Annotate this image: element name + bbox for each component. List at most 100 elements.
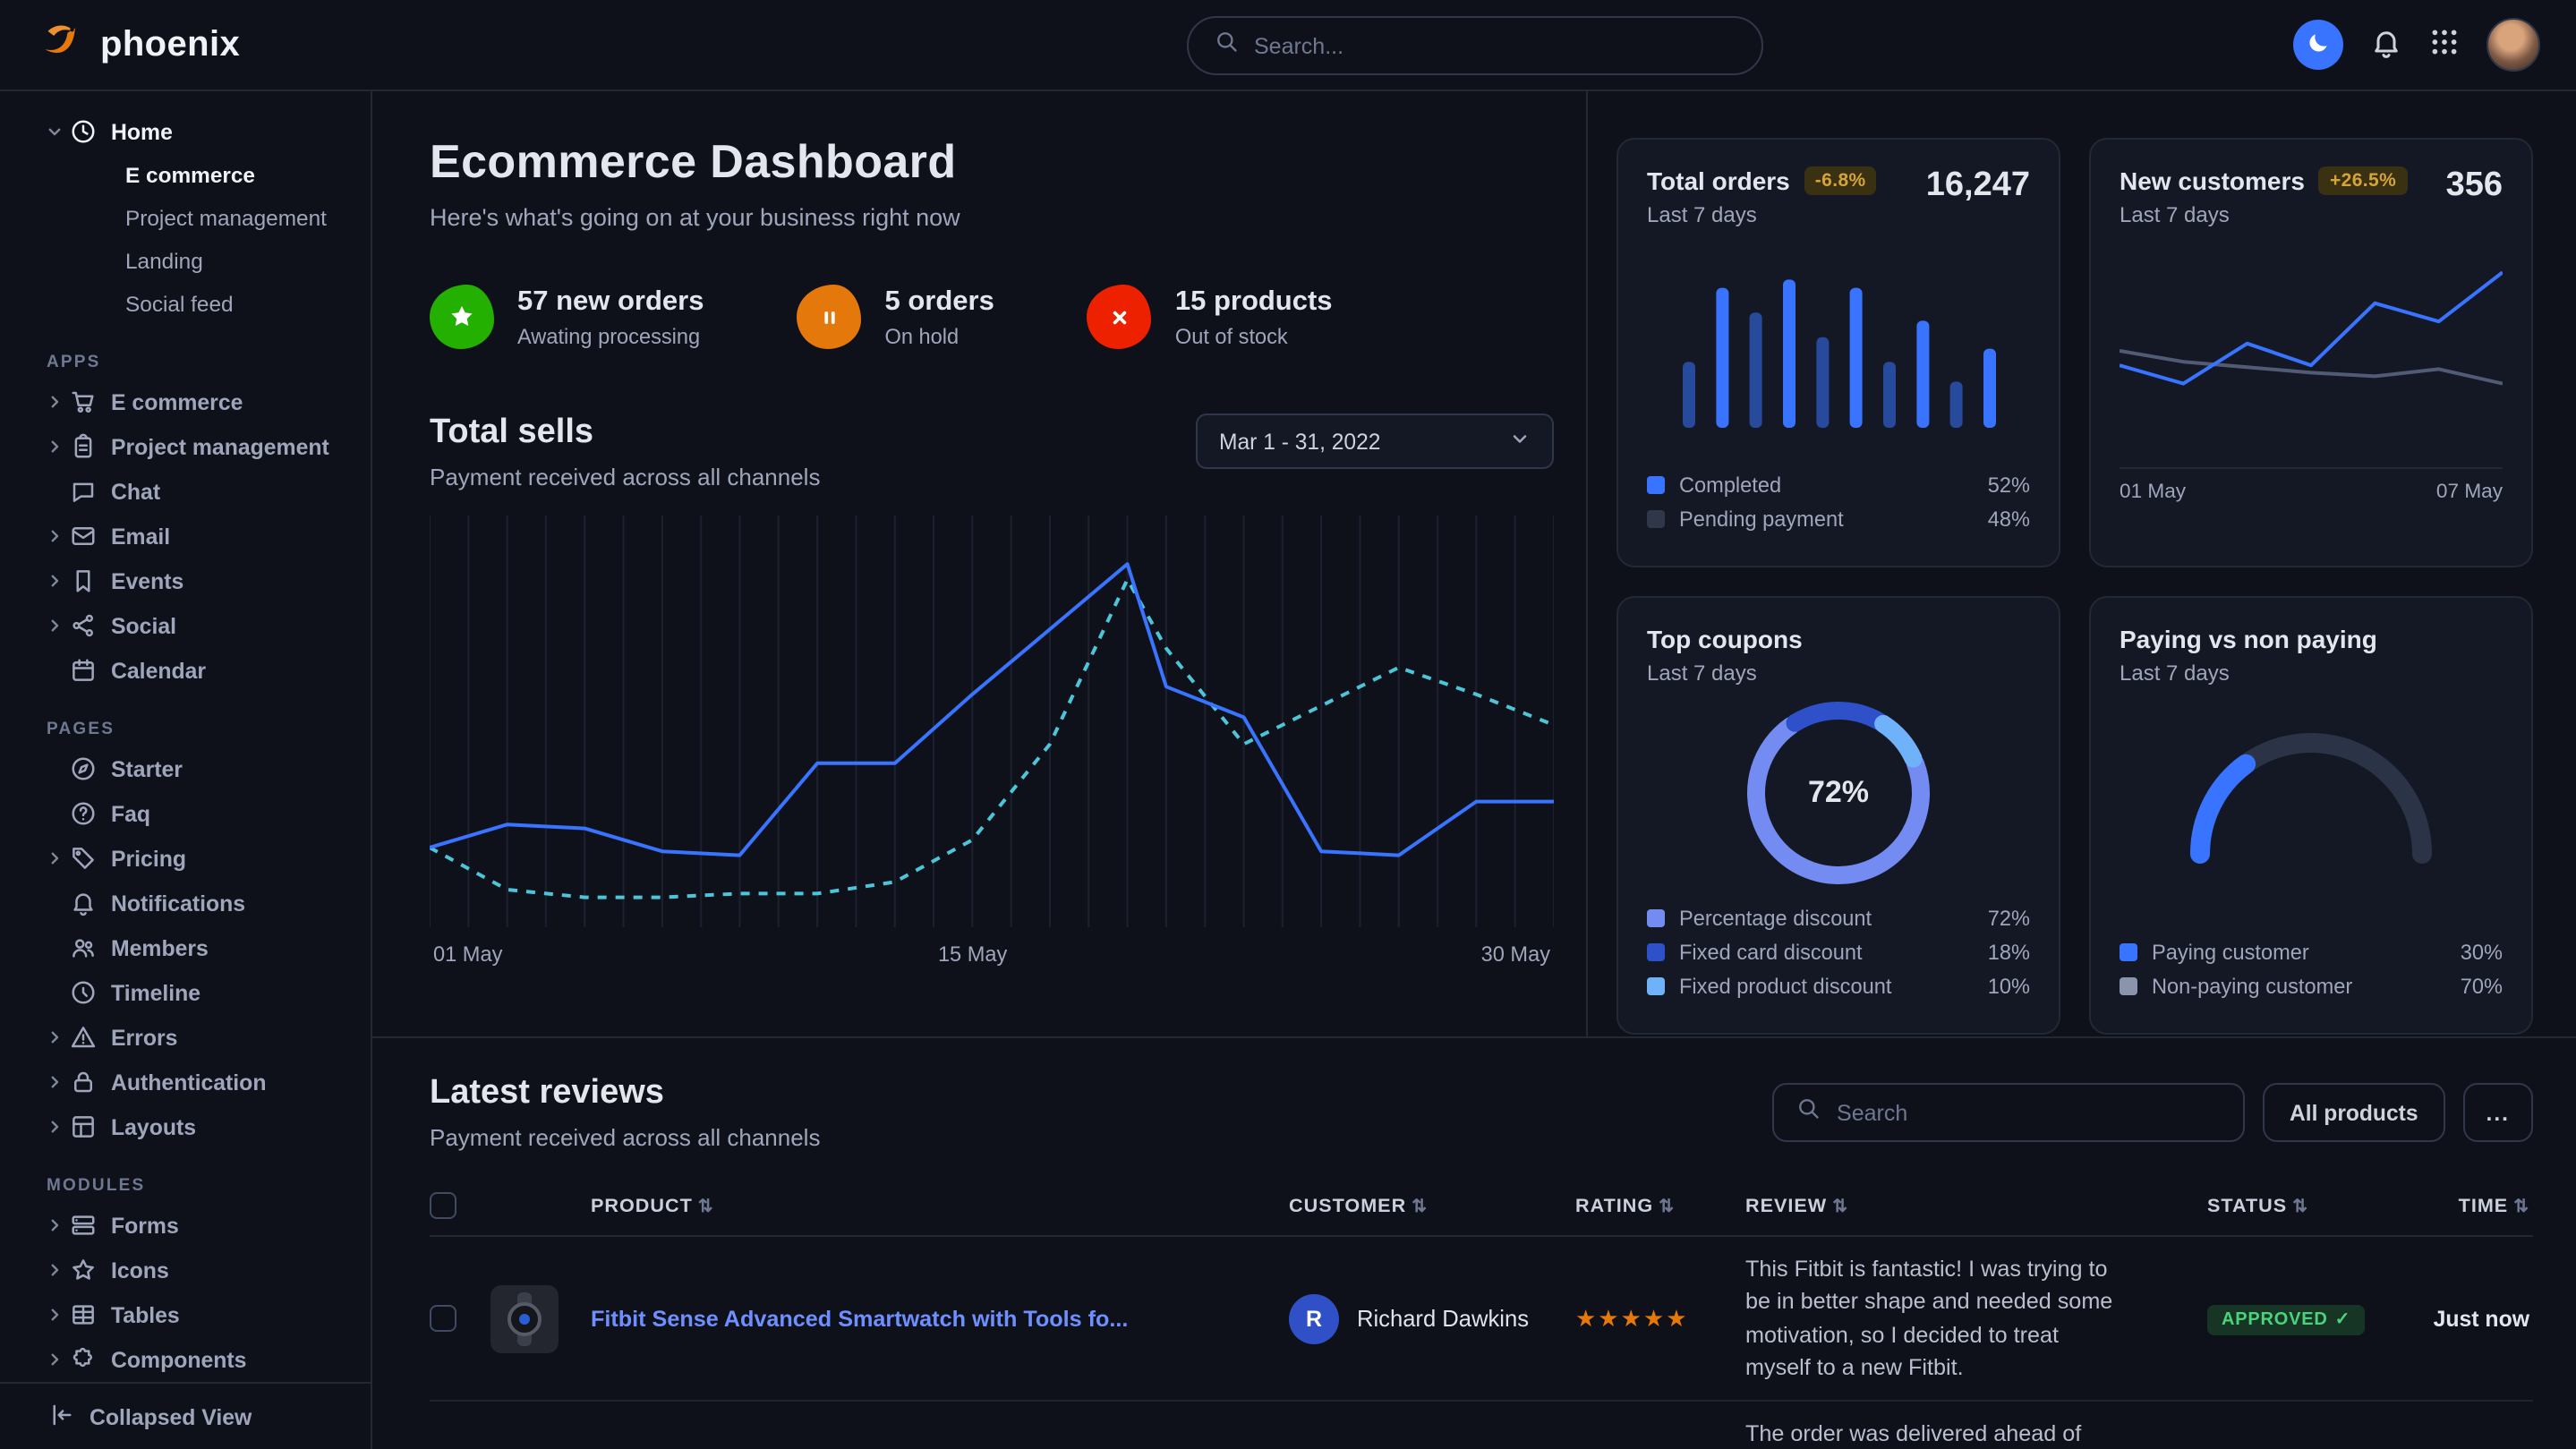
review-row: Fitbit Sense Advanced Smartwatch with To… — [430, 1236, 2533, 1401]
date-range-select[interactable]: Mar 1 - 31, 2022 — [1196, 413, 1554, 469]
bell-icon — [70, 890, 97, 916]
sidebar-item-icons[interactable]: Icons — [0, 1248, 371, 1292]
sort-icon: ⇅ — [2513, 1197, 2529, 1216]
brand-logo[interactable]: phoenix — [36, 16, 240, 73]
column-header-rating[interactable]: RATING⇅ — [1575, 1176, 1745, 1236]
sidebar-subitem-project-management[interactable]: Project management — [0, 197, 371, 240]
sidebar-item-label: Icons — [111, 1257, 169, 1283]
new-customers-x-axis: 01 May 07 May — [2120, 467, 2503, 503]
sidebar-item-project-management[interactable]: Project management — [0, 424, 371, 469]
sidebar-item-home[interactable]: Home — [0, 109, 371, 154]
top-coupons-donut-chart: 72% — [1745, 700, 1932, 886]
more-options-button[interactable]: ... — [2463, 1083, 2534, 1142]
caret-right-icon — [47, 394, 70, 410]
sidebar-item-timeline[interactable]: Timeline — [0, 970, 371, 1015]
share-icon — [70, 612, 97, 639]
date-range-value: Mar 1 - 31, 2022 — [1219, 429, 1380, 454]
top-coupons-card: Top coupons Last 7 days 72% Percentage d… — [1616, 596, 2060, 1035]
sidebar-subitem-landing[interactable]: Landing — [0, 240, 371, 283]
sidebar-item-errors[interactable]: Errors — [0, 1015, 371, 1060]
thumbnail-column-spacer — [490, 1176, 591, 1236]
sidebar-item-label: Forms — [111, 1213, 179, 1238]
sidebar-item-faq[interactable]: Faq — [0, 791, 371, 836]
collapsed-view-toggle[interactable]: Collapsed View — [0, 1382, 371, 1449]
global-search[interactable] — [1186, 16, 1762, 75]
all-products-button[interactable]: All products — [2263, 1083, 2444, 1142]
row-checkbox[interactable] — [430, 1305, 456, 1332]
phoenix-logo-icon — [36, 16, 84, 73]
page-subtitle: Here's what's going on at your business … — [430, 204, 1554, 231]
total-sells-x-axis: 01 May 15 May 30 May — [430, 942, 1554, 974]
user-avatar[interactable] — [2486, 18, 2540, 72]
sidebar-item-label: Faq — [111, 801, 150, 826]
total-orders-legend: Completed52%Pending payment48% — [1647, 467, 2030, 539]
sidebar-item-components[interactable]: Components — [0, 1337, 371, 1382]
product-link[interactable]: Fitbit Sense Advanced Smartwatch with To… — [591, 1306, 1275, 1331]
sidebar-item-email[interactable]: Email — [0, 514, 371, 558]
sidebar-item-social[interactable]: Social — [0, 603, 371, 648]
sidebar-item-authentication[interactable]: Authentication — [0, 1060, 371, 1104]
sidebar-item-calendar[interactable]: Calendar — [0, 648, 371, 693]
latest-reviews-header: Latest reviews Payment received across a… — [430, 1074, 2533, 1151]
sort-icon: ⇅ — [1832, 1197, 1848, 1216]
sidebar-item-label: Members — [111, 935, 209, 960]
legend-value: 18% — [1988, 939, 2030, 964]
sidebar-item-chat[interactable]: Chat — [0, 469, 371, 514]
sidebar-item-events[interactable]: Events — [0, 558, 371, 603]
sidebar-item-tables[interactable]: Tables — [0, 1292, 371, 1337]
apps-grid-button[interactable] — [2429, 27, 2460, 63]
sidebar: HomeE commerceProject managementLandingS… — [0, 91, 372, 1449]
search-icon — [1213, 29, 1238, 63]
legend-label: Paying customer — [2152, 939, 2309, 964]
sidebar-subitem-e-commerce[interactable]: E commerce — [0, 154, 371, 197]
column-header-review[interactable]: REVIEW⇅ — [1745, 1176, 2207, 1236]
select-all-checkbox[interactable] — [430, 1192, 456, 1219]
legend-value: 48% — [1988, 506, 2030, 531]
theme-toggle-button[interactable] — [2293, 20, 2343, 70]
sidebar-item-label: Tables — [111, 1302, 180, 1327]
notifications-button[interactable] — [2370, 26, 2402, 64]
paying-legend: Paying customer30%Non-paying customer70% — [2120, 934, 2503, 1006]
legend-label: Pending payment — [1679, 506, 1844, 531]
global-search-input[interactable] — [1254, 33, 1736, 58]
sidebar-item-notifications[interactable]: Notifications — [0, 881, 371, 925]
reviews-search[interactable] — [1772, 1083, 2245, 1142]
latest-reviews-title: Latest reviews — [430, 1074, 820, 1113]
customer-name: Richard Dawkins — [1357, 1305, 1529, 1332]
review-row: iPhone 13 pro max-Pacific Blue-128GB sto… — [430, 1401, 2533, 1449]
sidebar-item-label: Home — [111, 119, 173, 144]
sidebar-item-e-commerce[interactable]: E commerce — [0, 379, 371, 424]
sidebar-item-layouts[interactable]: Layouts — [0, 1104, 371, 1149]
main-content: Ecommerce Dashboard Here's what's going … — [372, 91, 2576, 1449]
legend-label: Non-paying customer — [2152, 973, 2352, 998]
sidebar-item-forms[interactable]: Forms — [0, 1203, 371, 1248]
sidebar-item-pricing[interactable]: Pricing — [0, 836, 371, 881]
caret-right-icon — [47, 1262, 70, 1278]
stat-caption: Out of stock — [1175, 323, 1333, 348]
column-header-status[interactable]: STATUS⇅ — [2207, 1176, 2393, 1236]
sidebar-subitem-social-feed[interactable]: Social feed — [0, 283, 371, 326]
total-orders-card: Total orders -6.8% Last 7 days 16,247 Co… — [1616, 138, 2060, 567]
x-tick: 01 May — [2120, 482, 2186, 503]
legend-swatch — [1647, 475, 1665, 493]
cart-icon — [70, 388, 97, 415]
topbar-actions — [2293, 18, 2540, 72]
sidebar-item-starter[interactable]: Starter — [0, 746, 371, 791]
column-header-time[interactable]: TIME⇅ — [2393, 1176, 2533, 1236]
calendar-icon — [70, 657, 97, 684]
bookmark-icon — [70, 567, 97, 594]
caret-right-icon — [47, 850, 70, 866]
customer-avatar: R — [1289, 1293, 1339, 1343]
column-header-customer[interactable]: CUSTOMER⇅ — [1289, 1176, 1575, 1236]
stat-awating-processing: 57 new ordersAwating processing — [430, 285, 704, 349]
caret-right-icon — [47, 573, 70, 589]
new-customers-line-chart — [2120, 245, 2503, 456]
card-title: Paying vs non paying — [2120, 625, 2377, 653]
reviews-table-header: PRODUCT⇅CUSTOMER⇅RATING⇅REVIEW⇅STATUS⇅TI… — [430, 1176, 2533, 1236]
sidebar-item-members[interactable]: Members — [0, 925, 371, 970]
legend-value: 30% — [2461, 939, 2503, 964]
column-header-product[interactable]: PRODUCT⇅ — [591, 1176, 1289, 1236]
legend-label: Completed — [1679, 472, 1781, 497]
alert-icon — [70, 1024, 97, 1051]
reviews-search-input[interactable] — [1837, 1100, 2222, 1125]
